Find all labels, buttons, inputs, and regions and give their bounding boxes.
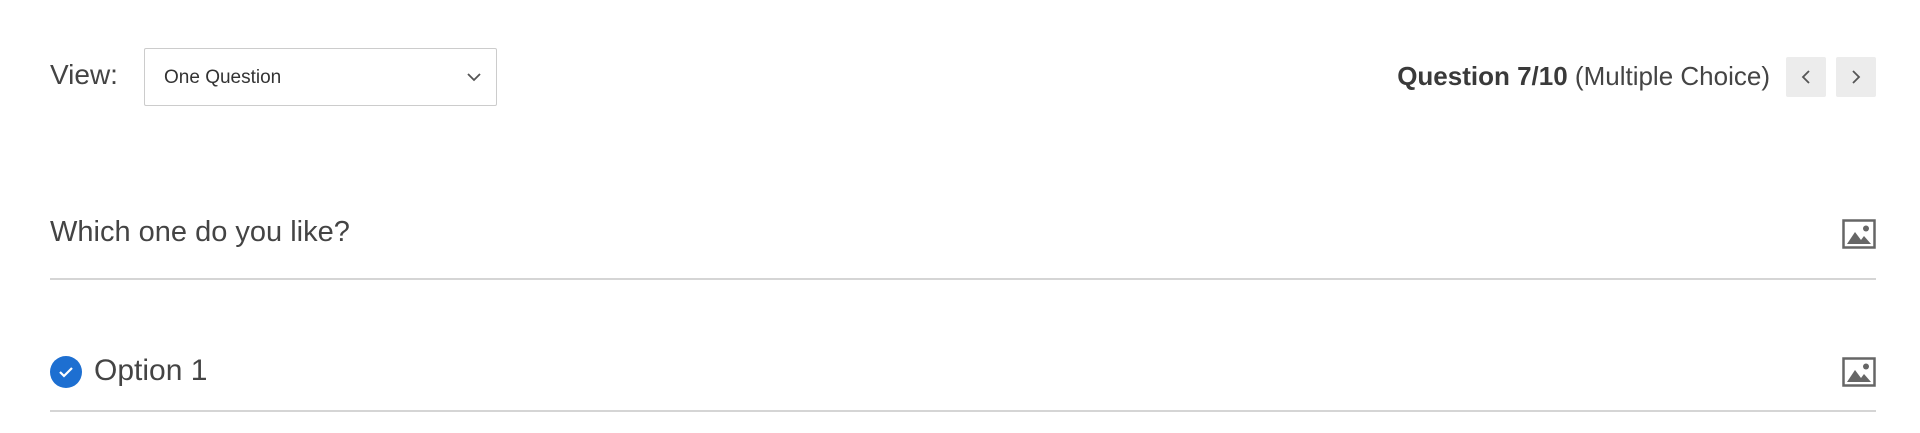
question-counter: Question 7/10 — [1397, 61, 1568, 91]
view-select-value: One Question — [164, 67, 282, 88]
question-text[interactable]: Which one do you like? — [50, 216, 350, 249]
next-question-button[interactable] — [1836, 57, 1876, 97]
question-row: Which one do you like? — [50, 210, 1876, 280]
quiz-editor: View: One Question Question 7/10 (Multip… — [0, 0, 1920, 433]
check-circle-icon[interactable] — [50, 356, 82, 388]
question-type: (Multiple Choice) — [1574, 61, 1770, 91]
image-icon[interactable] — [1842, 219, 1876, 249]
image-icon[interactable] — [1842, 357, 1876, 387]
chevron-left-icon — [1801, 70, 1810, 84]
chevron-right-icon — [1852, 70, 1861, 84]
chevron-down-icon — [467, 73, 481, 82]
checkmark-icon — [59, 367, 73, 378]
question-indicator: Question 7/10 (Multiple Choice) — [1397, 61, 1770, 92]
view-label: View: — [50, 59, 118, 90]
option-row: Option 1 — [50, 349, 1876, 412]
previous-question-button[interactable] — [1786, 57, 1826, 97]
option-text[interactable]: Option 1 — [94, 354, 207, 388]
view-select[interactable]: One Question — [144, 48, 497, 106]
